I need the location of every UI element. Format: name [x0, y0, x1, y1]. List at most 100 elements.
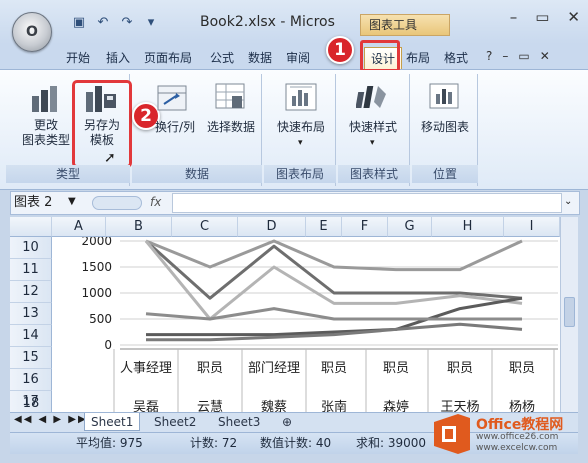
- window-controls: – ▭ ✕: [510, 8, 580, 26]
- column-header-b[interactable]: B: [106, 217, 172, 237]
- category-name-label: 吴磊: [133, 400, 159, 412]
- office-button[interactable]: O: [12, 12, 52, 52]
- group-label-type: 类型: [6, 165, 130, 183]
- vertical-scrollbar[interactable]: [560, 217, 578, 412]
- series-line-2[interactable]: [145, 239, 523, 272]
- switch-row-col-button[interactable]: 换行/列: [148, 120, 202, 135]
- redo-icon[interactable]: ↷: [118, 13, 136, 31]
- row-header-11[interactable]: 11: [10, 259, 52, 281]
- callout-badge-1: 1: [326, 36, 354, 64]
- series-line-1[interactable]: [145, 239, 523, 300]
- group-label-chart-layout: 图表布局: [264, 165, 336, 183]
- quick-style-icon: [355, 82, 390, 112]
- y-tick-label: 1000: [81, 286, 112, 300]
- chart-tools-label: 图表工具: [360, 14, 450, 36]
- undo-icon[interactable]: ↶: [94, 13, 112, 31]
- minimize-icon[interactable]: –: [510, 8, 518, 26]
- quick-layout-button[interactable]: 快速布局: [268, 120, 334, 135]
- line-chart[interactable]: 0 500 1000 1500 2000 人事经理 职员 部门经理 职员 职员 职员 职员吴磊 云慧 魏…: [52, 237, 560, 412]
- group-label-data: 数据: [132, 165, 262, 183]
- quick-style-button[interactable]: 快速样式: [340, 120, 406, 135]
- tab-layout[interactable]: 布局: [406, 47, 430, 69]
- doc-minimize-icon[interactable]: –: [502, 49, 508, 63]
- category-name-label: 云慧: [197, 399, 223, 412]
- restore-icon[interactable]: ▭: [535, 8, 549, 26]
- tab-data[interactable]: 数据: [248, 47, 272, 69]
- sheet-nav-arrows-icon[interactable]: ◀◀ ◀ ▶ ▶▶: [14, 414, 88, 425]
- sheet-tab-2[interactable]: Sheet2: [148, 413, 202, 431]
- y-axis: 0 500 1000 1500 2000: [81, 237, 112, 352]
- help-icon[interactable]: ?: [486, 49, 492, 63]
- new-sheet-icon[interactable]: ⊕: [276, 413, 304, 431]
- window-title: Book2.xlsx - Micros: [200, 14, 335, 30]
- quick-access-toolbar: ▣ ↶ ↷ ▾: [70, 11, 160, 33]
- save-template-highlight: [72, 80, 132, 168]
- row-header-13[interactable]: 13: [10, 303, 52, 325]
- category-name-label: 杨杨: [509, 400, 535, 412]
- column-header-a[interactable]: A: [52, 217, 106, 237]
- sheet-tab-1[interactable]: Sheet1: [84, 413, 141, 431]
- tab-home[interactable]: 开始: [66, 47, 90, 69]
- watermark-url: www.office26.com: [476, 432, 559, 442]
- formula-expand-icon[interactable]: ⌄: [564, 196, 572, 207]
- row-header-15[interactable]: 15: [10, 347, 52, 369]
- row-header-12[interactable]: 12: [10, 281, 52, 303]
- switch-row-col-icon: [156, 84, 188, 112]
- change-chart-type-button[interactable]: 更改 图表类型: [20, 118, 72, 148]
- change-chart-type-label: 更改: [33, 118, 58, 132]
- column-header-g[interactable]: G: [388, 217, 432, 237]
- ribbon-right-controls: ? – ▭ ✕: [486, 49, 550, 63]
- y-tick-label: 2000: [81, 237, 112, 248]
- tab-page-layout[interactable]: 页面布局: [144, 47, 192, 69]
- tab-insert[interactable]: 插入: [106, 47, 130, 69]
- sheet-tab-3[interactable]: Sheet3: [212, 413, 266, 431]
- move-chart-icon: [428, 82, 462, 112]
- move-chart-button[interactable]: 移动图表: [412, 120, 478, 135]
- group-label-location: 位置: [412, 165, 478, 183]
- tab-review[interactable]: 审阅: [286, 47, 310, 69]
- status-numeric-count: 数值计数: 40: [260, 436, 332, 450]
- category-label: 职员: [383, 361, 409, 376]
- office-logo-icon: O: [26, 24, 38, 40]
- column-header-h[interactable]: H: [432, 217, 504, 237]
- group-label-chart-style: 图表样式: [338, 165, 410, 183]
- column-header-e[interactable]: E: [306, 217, 342, 237]
- row-header-10[interactable]: 10: [10, 237, 52, 259]
- doc-restore-icon[interactable]: ▭: [518, 49, 529, 63]
- category-axis: 人事经理 职员 部门经理 职员 职员 职员 职员吴磊 云慧 魏蔡 张南 森婷 王天杨 杨杨: [113, 348, 558, 412]
- scroll-thumb[interactable]: [564, 297, 575, 327]
- status-count: 计数: 72: [190, 436, 238, 450]
- watermark-url-2: www.excelcw.com: [476, 443, 558, 453]
- column-header-i[interactable]: I: [504, 217, 560, 237]
- watermark: Office教程网 www.office26.com www.excelcw.c…: [430, 412, 582, 456]
- customize-qat-icon[interactable]: ▾: [142, 13, 160, 31]
- column-header-d[interactable]: D: [238, 217, 306, 237]
- y-tick-label: 500: [89, 312, 112, 326]
- y-tick-label: 1500: [81, 260, 112, 274]
- tab-format[interactable]: 格式: [444, 47, 468, 69]
- category-name-label: 魏蔡: [261, 400, 287, 412]
- select-all-corner[interactable]: [10, 217, 52, 237]
- close-icon[interactable]: ✕: [567, 8, 580, 26]
- category-label: 部门经理: [248, 361, 300, 376]
- category-name-label: 王天杨: [440, 400, 479, 412]
- row-header-14[interactable]: 14: [10, 325, 52, 347]
- column-header-f[interactable]: F: [342, 217, 388, 237]
- row-header-16[interactable]: 16: [10, 369, 52, 391]
- quick-layout-icon: [284, 82, 318, 112]
- column-header-c[interactable]: C: [172, 217, 238, 237]
- category-name-label: 森婷: [383, 399, 409, 412]
- watermark-brand: Office教程网: [476, 417, 564, 433]
- category-name-label: 张南: [321, 399, 347, 412]
- category-label: 人事经理: [120, 361, 172, 376]
- select-data-button[interactable]: 选择数据: [202, 120, 260, 135]
- insert-function-icon[interactable]: fx: [150, 195, 161, 209]
- save-icon[interactable]: ▣: [70, 13, 88, 31]
- formula-input[interactable]: [172, 193, 562, 213]
- doc-close-icon[interactable]: ✕: [540, 49, 550, 63]
- formula-bar-resize-handle[interactable]: [92, 196, 142, 210]
- tab-formulas[interactable]: 公式: [210, 47, 234, 69]
- name-box-dropdown-icon[interactable]: ▼: [68, 196, 76, 207]
- quick-style-dropdown-icon[interactable]: ▾: [370, 138, 375, 148]
- quick-layout-dropdown-icon[interactable]: ▾: [298, 138, 303, 148]
